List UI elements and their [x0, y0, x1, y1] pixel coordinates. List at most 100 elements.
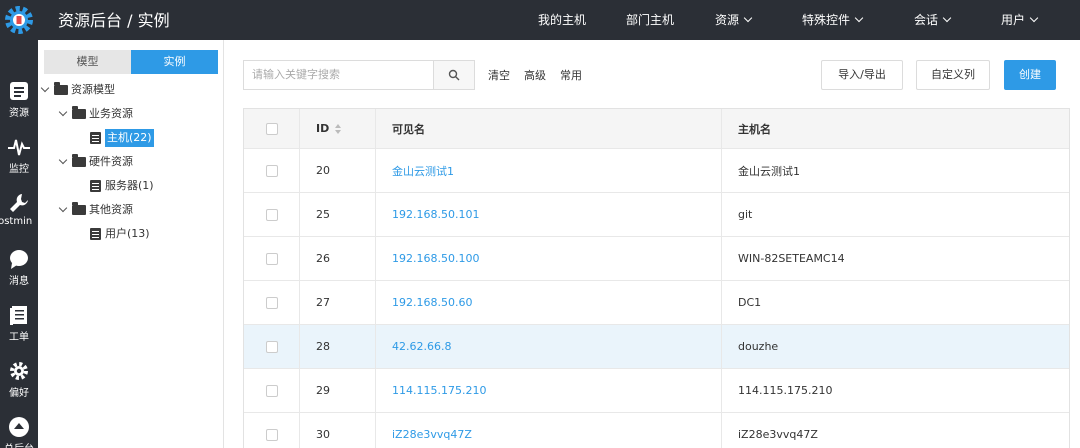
row-checkbox[interactable]	[265, 384, 278, 397]
table-header: ID 可见名 主机名	[244, 109, 1069, 149]
row-checkbox-cell	[244, 281, 300, 324]
column-header-id-label: ID	[316, 122, 330, 135]
row-checkbox[interactable]	[265, 252, 278, 265]
cell-visible-name: 42.62.66.8	[376, 325, 722, 368]
row-checkbox[interactable]	[265, 340, 278, 353]
document-icon	[90, 180, 101, 192]
chevron-down-icon[interactable]	[40, 83, 50, 93]
tree-node-host[interactable]: 主机(22)	[90, 129, 154, 147]
cell-id: 29	[300, 369, 376, 412]
tree-node-hardware[interactable]: 硬件资源	[58, 153, 133, 171]
nav-special-controls[interactable]: 特殊控件	[802, 11, 864, 28]
nav-sessions-label: 会话	[914, 13, 939, 27]
table-row[interactable]: 20 金山云测试1 金山云测试1	[244, 149, 1069, 193]
host-table: ID 可见名 主机名 20 金山云测试1 金山云测试1 25 192.168.5…	[243, 108, 1070, 448]
host-link[interactable]: 114.115.175.210	[392, 384, 486, 397]
table-row[interactable]: 28 42.62.66.8 douzhe	[244, 325, 1069, 369]
host-link[interactable]: 金山云测试1	[392, 163, 454, 179]
row-checkbox[interactable]	[265, 164, 278, 177]
row-checkbox[interactable]	[265, 428, 278, 441]
rail-label: 消息	[9, 276, 29, 287]
tab-model[interactable]: 模型	[44, 50, 131, 74]
host-link[interactable]: iZ28e3vvq47Z	[392, 428, 472, 441]
cell-id: 28	[300, 325, 376, 368]
cell-id: 30	[300, 413, 376, 448]
chevron-down-icon[interactable]	[58, 107, 68, 117]
tree-node-other[interactable]: 其他资源	[58, 201, 133, 219]
custom-columns-button[interactable]: 自定义列	[916, 60, 990, 90]
row-checkbox-cell	[244, 413, 300, 448]
host-link[interactable]: 192.168.50.60	[392, 296, 472, 309]
row-checkbox[interactable]	[265, 296, 278, 309]
tree-label-other: 其他资源	[89, 203, 133, 216]
cell-id: 25	[300, 193, 376, 236]
nav-resources[interactable]: 资源	[715, 11, 753, 28]
rail-label: 偏好	[9, 388, 29, 399]
view-switch: 模型 实例	[44, 50, 218, 74]
common-link[interactable]: 常用	[560, 67, 582, 83]
row-checkbox-cell	[244, 149, 300, 192]
nav-users[interactable]: 用户	[1001, 11, 1039, 28]
main-content: 请输入关键字搜索 清空 高级 常用 导入/导出 自定义列 创建 ID 可见名 主…	[225, 40, 1080, 448]
chevron-down-icon[interactable]	[58, 203, 68, 213]
document-icon	[90, 132, 101, 144]
row-checkbox-cell	[244, 325, 300, 368]
nav-resources-label: 资源	[715, 13, 740, 27]
nav-dept-hosts[interactable]: 部门主机	[626, 11, 674, 28]
table-row[interactable]: 29 114.115.175.210 114.115.175.210	[244, 369, 1069, 413]
search-icon	[448, 69, 460, 81]
nav-users-label: 用户	[1001, 13, 1026, 27]
tree-node-root[interactable]: 资源模型	[40, 81, 115, 99]
chevron-down-icon	[1029, 13, 1039, 23]
nav-my-hosts[interactable]: 我的主机	[538, 11, 586, 28]
page-title: 资源后台 / 实例	[58, 11, 170, 30]
row-checkbox[interactable]	[265, 208, 278, 221]
tree-node-user[interactable]: 用户(13)	[90, 225, 150, 243]
import-export-button[interactable]: 导入/导出	[821, 60, 903, 90]
nav-sessions[interactable]: 会话	[914, 11, 952, 28]
tree-label-hardware: 硬件资源	[89, 155, 133, 168]
advanced-link[interactable]: 高级	[524, 67, 546, 83]
app-logo-icon[interactable]	[0, 0, 38, 40]
host-link[interactable]: 192.168.50.101	[392, 208, 479, 221]
cell-hostname: WIN-82SETEAMC14	[738, 252, 845, 265]
folder-icon	[72, 202, 86, 215]
chat-icon	[10, 250, 28, 269]
host-link[interactable]: 42.62.66.8	[392, 340, 451, 353]
table-row[interactable]: 27 192.168.50.60 DC1	[244, 281, 1069, 325]
table-row[interactable]: 26 192.168.50.100 WIN-82SETEAMC14	[244, 237, 1069, 281]
table-row[interactable]: 30 iZ28e3vvq47Z iZ28e3vvq47Z	[244, 413, 1069, 448]
rail-item-hostmin[interactable]: hostmin	[0, 192, 38, 227]
chevron-down-icon[interactable]	[58, 155, 68, 165]
column-header-id[interactable]: ID	[300, 109, 376, 148]
rail-item-tickets[interactable]: 工单	[0, 304, 38, 343]
host-link[interactable]: 192.168.50.100	[392, 252, 479, 265]
resource-tree-panel: 模型 实例 资源模型 业务资源 主机(22) 硬件资源 服务器(1) 其他资源 …	[38, 40, 224, 448]
create-button[interactable]: 创建	[1004, 60, 1056, 90]
rail-item-resources[interactable]: 资源	[0, 80, 38, 119]
search-input[interactable]: 请输入关键字搜索	[243, 60, 433, 90]
column-header-visible-name: 可见名	[376, 109, 722, 148]
clear-link[interactable]: 清空	[488, 67, 510, 83]
pulse-icon	[8, 139, 30, 156]
rail-item-admin[interactable]: 总后台	[0, 416, 38, 448]
ticket-icon	[10, 306, 27, 325]
tree-node-business[interactable]: 业务资源	[58, 105, 133, 123]
tree-label-root: 资源模型	[71, 83, 115, 96]
cell-hostname: 金山云测试1	[738, 164, 800, 178]
rail-item-monitor[interactable]: 监控	[0, 136, 38, 175]
search-button[interactable]	[433, 60, 475, 90]
select-all-checkbox[interactable]	[265, 122, 278, 135]
tree-label-user: 用户(13)	[105, 227, 150, 240]
sort-icon[interactable]	[335, 123, 342, 134]
rail-item-preferences[interactable]: 偏好	[0, 360, 38, 399]
tree-label-host: 主机(22)	[105, 129, 154, 147]
cell-id: 26	[300, 237, 376, 280]
table-row[interactable]: 25 192.168.50.101 git	[244, 193, 1069, 237]
tab-instance[interactable]: 实例	[131, 50, 218, 74]
tree-label-server: 服务器(1)	[105, 179, 154, 192]
tree-node-server[interactable]: 服务器(1)	[90, 177, 154, 195]
rail-item-messages[interactable]: 消息	[0, 248, 38, 287]
list-icon	[10, 82, 28, 100]
upload-icon	[9, 417, 29, 437]
